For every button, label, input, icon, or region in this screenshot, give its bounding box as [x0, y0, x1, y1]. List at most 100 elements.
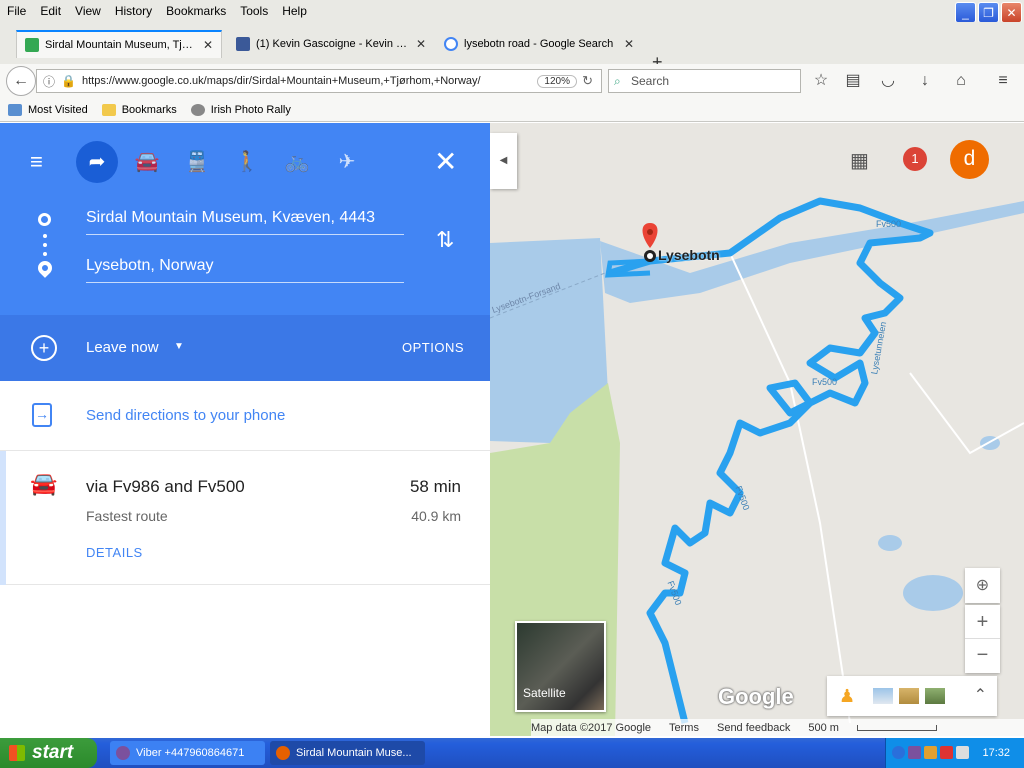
- bookmark-folder[interactable]: Bookmarks: [101, 103, 177, 116]
- avatar[interactable]: d: [950, 140, 989, 179]
- place-label[interactable]: Lysebotn: [658, 247, 720, 263]
- send-feedback-link[interactable]: Send feedback: [717, 722, 790, 734]
- swap-icon[interactable]: ⇅: [436, 227, 454, 253]
- url-bar[interactable]: ⓘ 🔒 https://www.google.co.uk/maps/dir/Si…: [36, 69, 602, 93]
- menu-help[interactable]: Help: [275, 4, 314, 18]
- bookmark-star-icon[interactable]: ☆: [810, 70, 832, 92]
- pocket-icon[interactable]: ◡: [877, 70, 899, 92]
- url-text[interactable]: https://www.google.co.uk/maps/dir/Sirdal…: [82, 75, 537, 87]
- restore-icon[interactable]: ❐: [978, 2, 999, 23]
- hamburger-menu-icon[interactable]: ≡: [992, 70, 1014, 92]
- task-label: Sirdal Mountain Muse...: [296, 747, 412, 759]
- location-pin-icon[interactable]: [642, 223, 658, 248]
- walking-mode-icon[interactable]: 🚶: [226, 141, 268, 183]
- best-route-mode-icon[interactable]: ➦: [76, 141, 118, 183]
- notifications-badge[interactable]: 1: [903, 147, 927, 171]
- menu-icon[interactable]: ≡: [30, 151, 54, 173]
- zoom-in-icon[interactable]: +: [965, 605, 1000, 639]
- send-to-phone-row[interactable]: → Send directions to your phone: [0, 381, 490, 451]
- facebook-favicon-icon: [236, 37, 250, 51]
- scale-label[interactable]: 500 m: [808, 722, 839, 734]
- close-directions-icon[interactable]: ✕: [434, 145, 457, 178]
- scale-bar: [856, 724, 937, 731]
- expand-icon[interactable]: ⌃: [974, 685, 987, 705]
- map-canvas[interactable]: Lysebotn Fv500 Fv500 Fv500 Fv500 Lysetun…: [490, 123, 1024, 736]
- menu-history[interactable]: History: [108, 4, 159, 18]
- flight-mode-icon[interactable]: ✈: [326, 141, 368, 183]
- departure-bar: + Leave now ▼ OPTIONS: [0, 315, 490, 381]
- minimize-icon[interactable]: _: [955, 2, 976, 23]
- google-maps-favicon-icon: [25, 38, 39, 52]
- download-icon[interactable]: ↓: [914, 70, 936, 92]
- close-tab-icon[interactable]: ✕: [416, 37, 426, 51]
- search-placeholder: Search: [631, 74, 670, 88]
- details-link[interactable]: DETAILS: [86, 545, 143, 560]
- pegman-icon[interactable]: ♟: [839, 686, 855, 707]
- search-input[interactable]: ⌕ Search: [608, 69, 801, 93]
- windows-logo-icon: [9, 745, 25, 761]
- start-button[interactable]: start: [0, 738, 97, 768]
- info-icon[interactable]: ⓘ: [43, 73, 55, 90]
- navigation-bar: ← ⓘ 🔒 https://www.google.co.uk/maps/dir/…: [0, 64, 1024, 98]
- reload-icon[interactable]: ↻: [582, 73, 593, 89]
- send-to-phone-icon: →: [32, 403, 52, 427]
- close-tab-icon[interactable]: ✕: [203, 38, 213, 52]
- imagery-thumbnail[interactable]: [899, 688, 919, 704]
- bookmark-irish-photo-rally[interactable]: Irish Photo Rally: [190, 103, 291, 116]
- tray-icon[interactable]: [940, 746, 953, 759]
- destination-input[interactable]: Lysebotn, Norway: [86, 251, 404, 283]
- origin-dot-icon: [38, 213, 51, 226]
- my-location-icon[interactable]: ⊕: [965, 568, 1000, 603]
- close-window-icon[interactable]: ✕: [1001, 2, 1022, 23]
- route-option[interactable]: 🚘 via Fv986 and Fv500 58 min Fastest rou…: [0, 451, 490, 585]
- satellite-label: Satellite: [523, 686, 566, 700]
- destination-pin-icon: [35, 258, 55, 278]
- caret-down-icon[interactable]: ▼: [174, 341, 184, 352]
- tray-icon[interactable]: [892, 746, 905, 759]
- taskbar-viber[interactable]: Viber +447960864671: [110, 741, 265, 765]
- driving-mode-icon[interactable]: 🚘: [126, 141, 168, 183]
- lake: [903, 575, 963, 611]
- tray-icon[interactable]: [908, 746, 921, 759]
- folder-icon: [101, 103, 116, 116]
- back-button[interactable]: ←: [6, 66, 36, 96]
- transit-mode-icon[interactable]: 🚆: [176, 141, 218, 183]
- imagery-thumbnail[interactable]: [873, 688, 893, 704]
- location-pin-icon: [647, 229, 653, 235]
- reading-list-icon[interactable]: ▤: [842, 70, 864, 92]
- home-icon[interactable]: ⌂: [950, 70, 972, 92]
- origin-input[interactable]: Sirdal Mountain Museum, Kvæven, 4443: [86, 203, 404, 235]
- menu-edit[interactable]: Edit: [33, 4, 68, 18]
- send-to-phone-link[interactable]: Send directions to your phone: [86, 407, 285, 424]
- tab-facebook[interactable]: (1) Kevin Gascoigne - Kevin G... ✕: [228, 30, 434, 58]
- menu-file[interactable]: File: [0, 4, 33, 18]
- minor-road: [909, 372, 1024, 455]
- zoom-level[interactable]: 120%: [537, 74, 577, 88]
- imagery-thumbnail[interactable]: [925, 688, 945, 704]
- menu-bookmarks[interactable]: Bookmarks: [159, 4, 233, 18]
- close-tab-icon[interactable]: ✕: [624, 37, 634, 51]
- clock: 17:32: [982, 747, 1010, 759]
- tray-icon[interactable]: [956, 746, 969, 759]
- terms-link[interactable]: Terms: [669, 722, 699, 734]
- route-dots-icon: [43, 243, 47, 247]
- tray-icon[interactable]: [924, 746, 937, 759]
- lock-icon: 🔒: [61, 74, 76, 88]
- bookmark-most-visited[interactable]: Most Visited: [8, 103, 88, 116]
- leave-now-dropdown[interactable]: Leave now: [86, 339, 159, 356]
- cycling-mode-icon[interactable]: 🚲: [276, 141, 318, 183]
- bookmark-label: Irish Photo Rally: [210, 103, 291, 116]
- apps-grid-icon[interactable]: ▦: [850, 148, 869, 173]
- options-button[interactable]: OPTIONS: [402, 340, 464, 355]
- tab-google-search[interactable]: lysebotn road - Google Search ✕: [436, 30, 642, 58]
- add-destination-icon[interactable]: +: [31, 335, 57, 361]
- zoom-out-icon[interactable]: −: [965, 639, 1000, 673]
- taskbar-firefox[interactable]: Sirdal Mountain Muse...: [270, 741, 425, 765]
- street-view-bar: ♟ ⌃: [827, 676, 997, 716]
- tab-title: Sirdal Mountain Museum, Tjør...: [45, 39, 197, 51]
- menu-tools[interactable]: Tools: [233, 4, 275, 18]
- menu-view[interactable]: View: [68, 4, 108, 18]
- collapse-panel-button[interactable]: ◀: [490, 133, 517, 189]
- tab-google-maps[interactable]: Sirdal Mountain Museum, Tjør... ✕: [16, 30, 222, 58]
- satellite-toggle[interactable]: Satellite: [515, 621, 606, 712]
